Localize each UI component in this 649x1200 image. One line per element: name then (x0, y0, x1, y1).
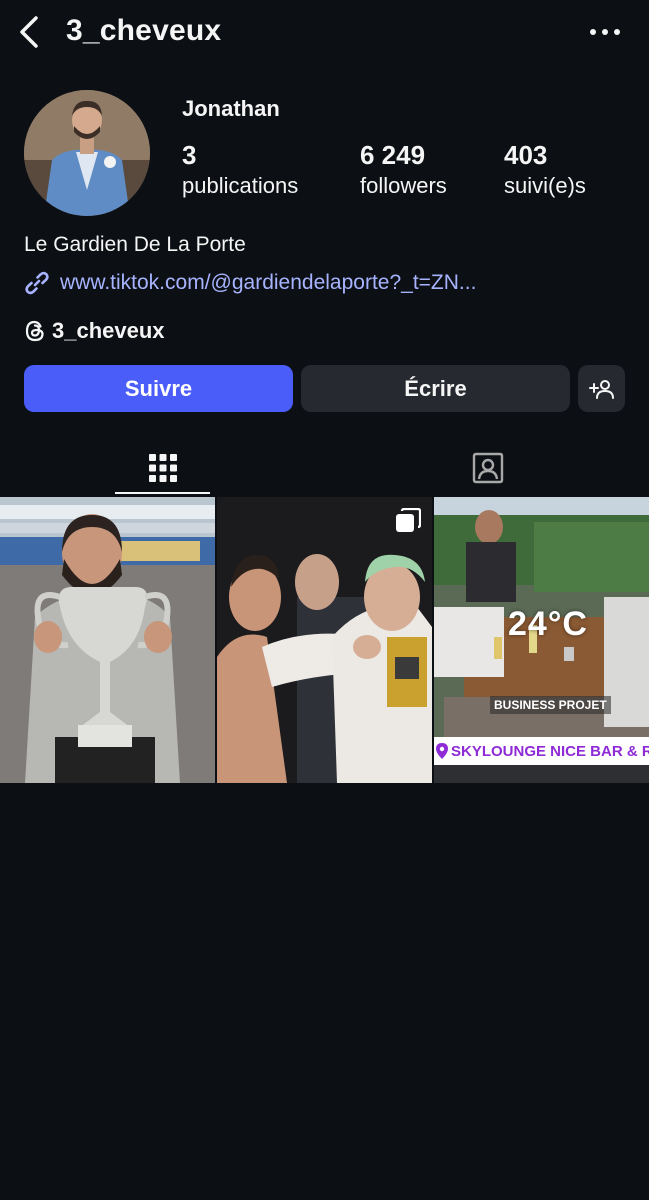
following-count: 403 (504, 140, 548, 170)
active-tab-indicator (115, 492, 210, 494)
stat-followers[interactable]: 6 249 followers (360, 140, 447, 199)
posts-label: publications (182, 173, 299, 198)
grid-icon (148, 453, 177, 482)
tab-tagged[interactable] (440, 440, 535, 495)
profile-avatar[interactable] (24, 90, 150, 216)
following-label: suivi(e)s (504, 173, 586, 198)
location-pin-icon (436, 743, 448, 759)
followers-count: 6 249 (360, 140, 426, 170)
post-thumbnail[interactable] (217, 497, 432, 783)
profile-username: 3_cheveux (66, 14, 222, 47)
post-thumbnail[interactable] (0, 497, 215, 783)
stat-following[interactable]: 403 suivi(e)s (504, 140, 586, 199)
tab-posts-grid[interactable] (115, 440, 210, 495)
tagged-person-icon (472, 452, 503, 483)
profile-display-name: Jonathan (182, 96, 280, 121)
location-sticker-text: SKYLOUNGE NICE BAR & ROOFTOP (451, 742, 649, 760)
message-button[interactable]: Écrire (301, 365, 570, 412)
stat-posts: 3 publications (182, 140, 298, 199)
top-bar: 3_cheveux (0, 0, 649, 66)
post-image-trophy (0, 497, 215, 783)
profile-bio: Le Gardien De La Porte (24, 233, 246, 256)
profile-link[interactable]: www.tiktok.com/@gardiendelaporte?_t=ZN..… (24, 270, 476, 296)
posts-count: 3 (182, 140, 197, 170)
more-options-button[interactable] (587, 22, 623, 42)
threads-icon (25, 320, 44, 342)
threads-handle: 3_cheveux (52, 318, 165, 343)
add-person-icon (588, 379, 614, 399)
more-horizontal-icon (590, 29, 620, 35)
follow-button[interactable]: Suivre (24, 365, 293, 412)
chevron-left-icon (20, 16, 38, 48)
profile-link-text: www.tiktok.com/@gardiendelaporte?_t=ZN..… (60, 271, 477, 294)
followers-label: followers (360, 173, 447, 198)
location-sticker: SKYLOUNGE NICE BAR & ROOFTOP (434, 737, 649, 765)
threads-badge[interactable]: 3_cheveux (24, 318, 165, 344)
back-button[interactable] (14, 14, 46, 50)
post-thumbnail[interactable]: 24°C BUSINESS PROJET SKYLOUNGE NICE BAR … (434, 497, 649, 783)
avatar-photo (24, 90, 150, 216)
multiple-images-icon (396, 508, 421, 532)
profile-tabs (0, 440, 649, 495)
post-image-faceoff (217, 497, 432, 783)
caption-sticker: BUSINESS PROJET (490, 696, 611, 714)
posts-grid: 24°C BUSINESS PROJET SKYLOUNGE NICE BAR … (0, 497, 649, 783)
link-icon (25, 271, 49, 295)
suggested-accounts-button[interactable] (578, 365, 625, 412)
temperature-sticker: 24°C (508, 605, 588, 643)
